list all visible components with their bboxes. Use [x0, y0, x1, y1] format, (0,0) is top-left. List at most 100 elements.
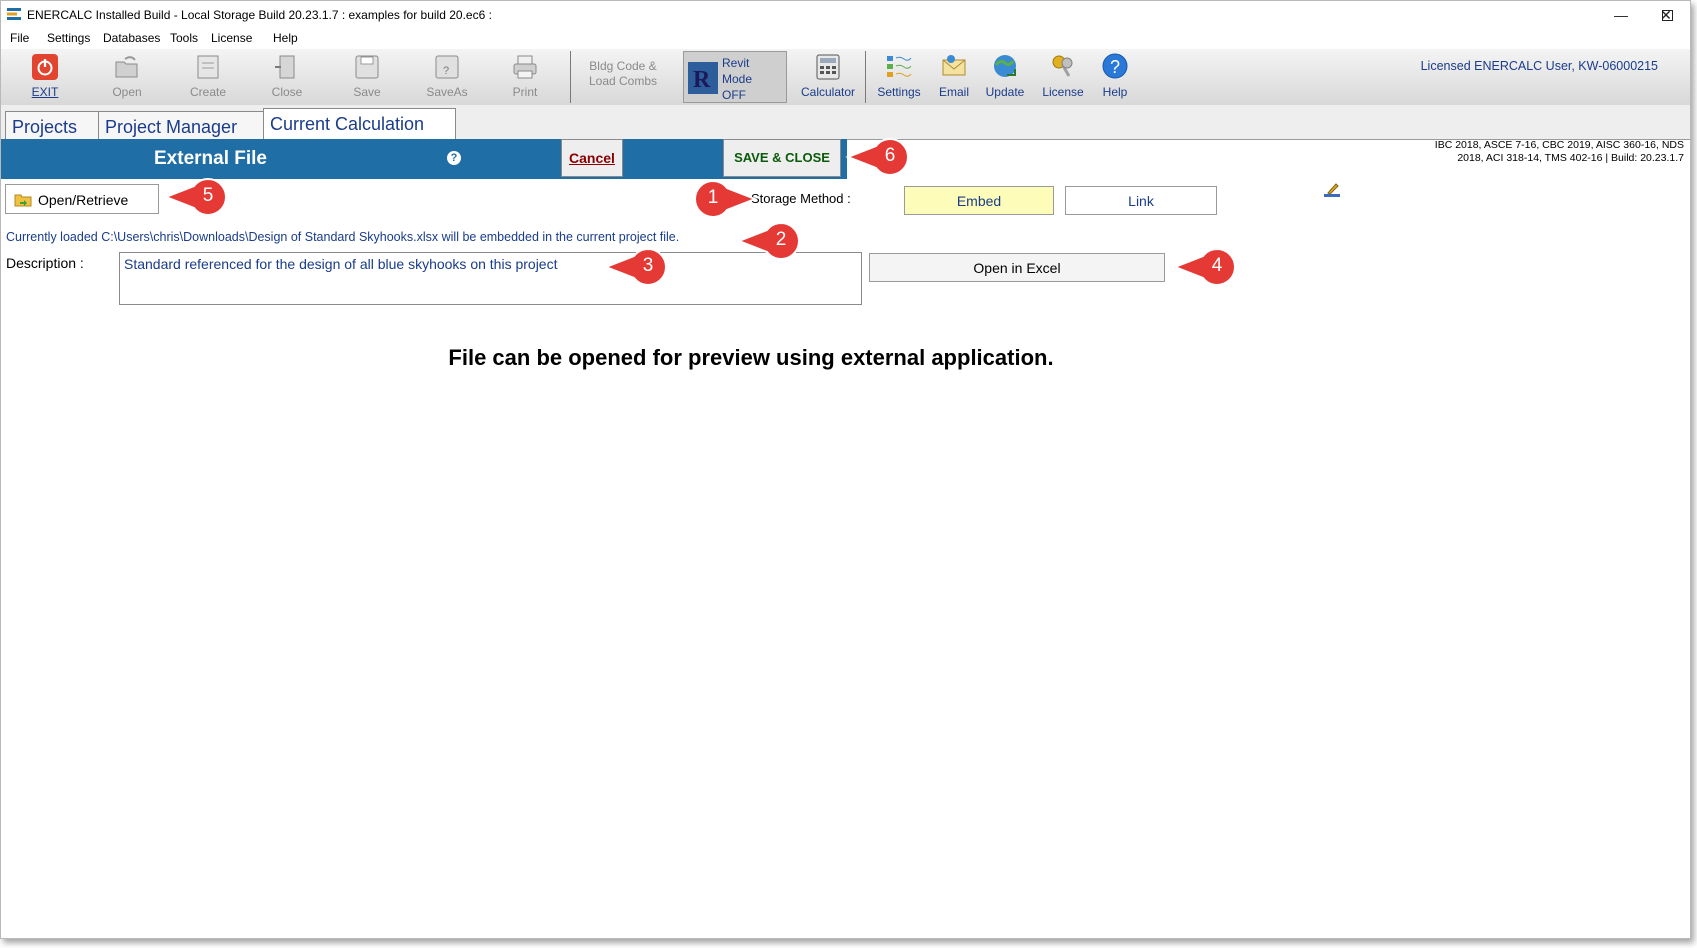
help-icon[interactable]: ?: [447, 151, 461, 165]
window-title: ENERCALC Installed Build - Local Storage…: [27, 8, 492, 22]
email-icon: [942, 55, 966, 76]
license-button[interactable]: License: [1039, 51, 1087, 103]
email-label: Email: [938, 85, 969, 99]
open-folder-icon: [115, 56, 138, 78]
bldg-code-label-1: Bldg Code &: [589, 59, 657, 73]
update-button[interactable]: Update: [981, 51, 1029, 103]
saveas-button[interactable]: ? SaveAs: [423, 51, 471, 103]
title-bar: ENERCALC Installed Build - Local Storage…: [1, 1, 1690, 29]
print-label: Print: [512, 85, 538, 99]
codes-line-1: IBC 2018, ASCE 7-16, CBC 2019, AISC 360-…: [1434, 139, 1684, 151]
globe-update-icon: [994, 55, 1016, 77]
tab-bar: Projects Project Manager Current Calcula…: [1, 105, 1690, 140]
help-button[interactable]: ? Help: [1095, 51, 1135, 103]
embed-button[interactable]: Embed: [904, 186, 1054, 215]
callout-number-5: 5: [202, 185, 214, 206]
create-button[interactable]: Create: [183, 51, 233, 103]
callout-number-6: 6: [884, 145, 896, 166]
exit-label: EXIT: [31, 85, 59, 99]
revit-label-1: Revit: [722, 56, 750, 70]
callout-marker-4: 4: [1167, 247, 1237, 287]
external-file-header: External File ? Cancel SAVE & CLOSE: [1, 139, 847, 179]
power-icon: [32, 54, 58, 80]
calculator-button[interactable]: Calculator: [797, 51, 859, 103]
save-close-button[interactable]: SAVE & CLOSE: [723, 139, 841, 177]
floppy-disk-icon: [355, 55, 379, 79]
calculator-label: Calculator: [800, 85, 856, 99]
close-button[interactable]: Close: [265, 51, 309, 103]
open-retrieve-button[interactable]: Open/Retrieve: [5, 184, 159, 214]
save-as-icon: ?: [435, 55, 459, 79]
toolbar-divider: [570, 51, 571, 103]
pencil-edit-icon[interactable]: [1323, 181, 1341, 199]
exit-button[interactable]: EXIT: [23, 51, 67, 103]
storage-method-label: Storage Method :: [751, 191, 851, 206]
calculator-icon: [816, 54, 840, 80]
help-label: Help: [1102, 85, 1128, 99]
open-in-excel-button[interactable]: Open in Excel: [869, 253, 1165, 282]
tab-current-calculation[interactable]: Current Calculation: [263, 108, 456, 140]
folder-open-icon: [14, 194, 32, 207]
minimize-icon[interactable]: —: [1598, 1, 1644, 29]
tab-project-manager[interactable]: Project Manager: [98, 111, 264, 139]
building-codes-info: IBC 2018, ASCE 7-16, CBC 2019, AISC 360-…: [1435, 139, 1684, 165]
save-label: Save: [353, 85, 381, 99]
menu-license[interactable]: License: [211, 31, 252, 45]
save-button[interactable]: Save: [345, 51, 389, 103]
callout-number-3: 3: [642, 255, 654, 276]
open-retrieve-label: Open/Retrieve: [38, 192, 129, 208]
saveas-label: SaveAs: [426, 85, 468, 99]
bldg-code-label-2: Load Combs: [588, 74, 658, 88]
bldg-code-button[interactable]: Bldg Code & Load Combs: [581, 51, 665, 103]
svg-text:?: ?: [443, 65, 449, 77]
settings-label: Settings: [877, 85, 921, 99]
codes-line-2: 2018, ACI 318-14, TMS 402-16 | Build: 20…: [1457, 152, 1684, 164]
callout-marker-6: 6: [840, 137, 910, 177]
page-title: External File: [154, 148, 267, 169]
menu-databases[interactable]: Databases: [103, 31, 160, 45]
description-label: Description :: [6, 255, 84, 271]
update-label: Update: [985, 85, 1025, 99]
close-window-icon[interactable]: ✕: [1643, 1, 1689, 29]
link-button[interactable]: Link: [1065, 186, 1217, 215]
door-close-icon: [275, 55, 295, 79]
enercalc-app-icon: [7, 8, 21, 20]
cancel-button[interactable]: Cancel: [561, 139, 623, 177]
email-button[interactable]: Email: [933, 51, 975, 103]
printer-icon: [513, 55, 537, 79]
keys-icon: [1052, 55, 1073, 77]
callout-number-1: 1: [707, 187, 719, 208]
svg-text:R: R: [693, 67, 711, 93]
callout-marker-2: 2: [731, 221, 801, 261]
open-button[interactable]: Open: [105, 51, 149, 103]
toolbar-divider: [865, 51, 866, 103]
preview-message: File can be opened for preview using ext…: [448, 345, 1054, 370]
menu-settings[interactable]: Settings: [47, 31, 90, 45]
open-label: Open: [112, 85, 142, 99]
callout-marker-3: 3: [598, 247, 668, 287]
settings-button[interactable]: Settings: [873, 51, 925, 103]
menu-tools[interactable]: Tools: [170, 31, 198, 45]
settings-list-icon: [887, 56, 912, 77]
menu-file[interactable]: File: [10, 31, 29, 45]
menu-help[interactable]: Help: [273, 31, 298, 45]
menu-bar: File Settings Databases Tools License He…: [1, 29, 1690, 49]
callout-number-2: 2: [775, 229, 787, 250]
print-button[interactable]: Print: [503, 51, 547, 103]
revit-label-2: Mode: [722, 72, 753, 86]
create-label: Create: [189, 85, 227, 99]
help-question-icon: ?: [1102, 53, 1128, 79]
callout-marker-1: 1: [693, 179, 763, 219]
revit-logo-icon: R: [688, 62, 718, 94]
revit-label-3: OFF: [722, 88, 746, 102]
callout-number-4: 4: [1211, 255, 1223, 276]
license-label: License: [1042, 85, 1084, 99]
svg-text:?: ?: [1110, 57, 1120, 77]
close-label: Close: [271, 85, 303, 99]
toolbar: EXIT Open Create Close Save ? SaveAs Pri…: [1, 49, 1690, 106]
new-document-icon: [197, 55, 219, 79]
tab-projects[interactable]: Projects: [5, 111, 99, 139]
loaded-file-message: Currently loaded C:\Users\chris\Download…: [6, 230, 680, 244]
license-info-text: Licensed ENERCALC User, KW-06000215: [1420, 59, 1658, 73]
revit-mode-button[interactable]: R Revit Mode OFF: [683, 51, 787, 103]
